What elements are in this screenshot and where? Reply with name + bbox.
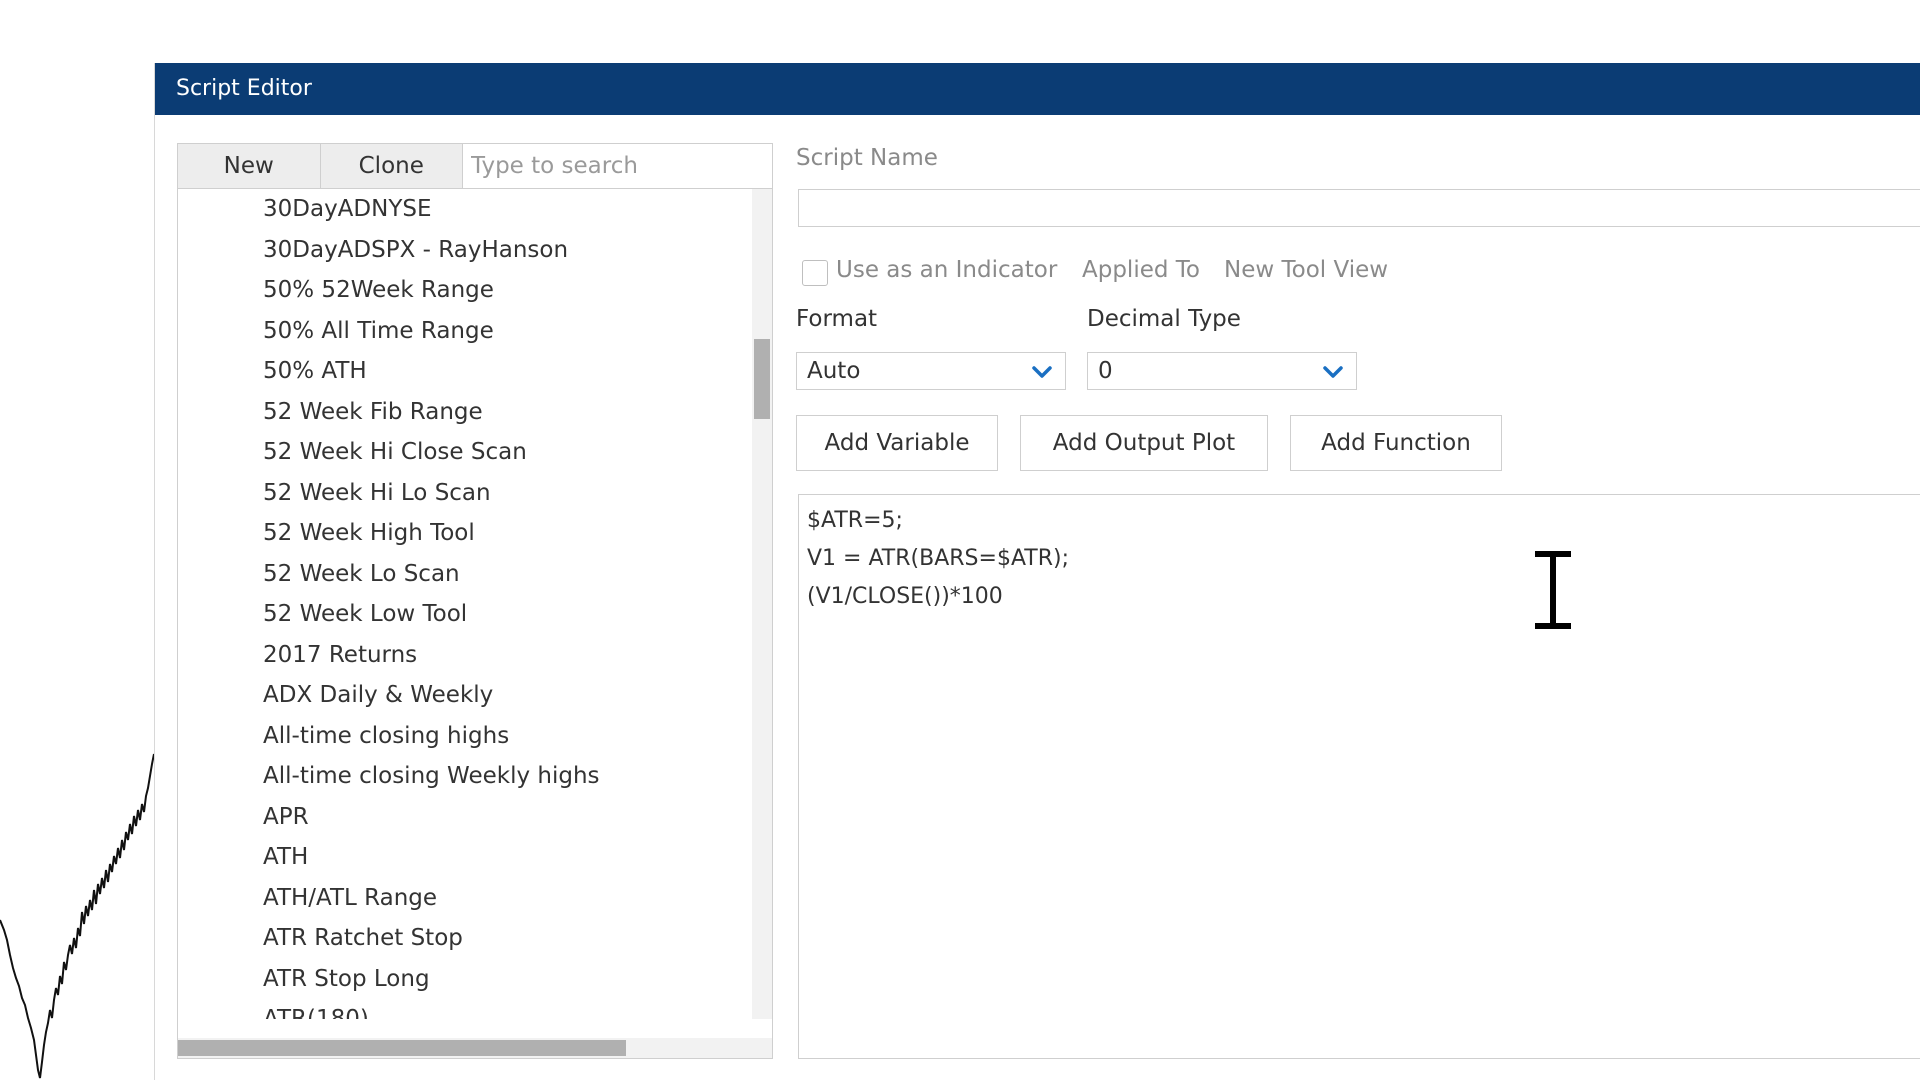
add-output-plot-button[interactable]: Add Output Plot xyxy=(1020,415,1268,471)
script-name-label: Script Name xyxy=(796,145,938,171)
format-label: Format xyxy=(796,306,878,332)
list-item[interactable]: All-time closing Weekly highs xyxy=(178,756,752,797)
script-editor-dialog: Script Editor New Clone 30DayADNYSE 30Da… xyxy=(154,63,1920,1080)
list-item[interactable]: 30DayADNYSE xyxy=(178,189,752,230)
background-price-chart xyxy=(0,753,155,1079)
script-list: 30DayADNYSE 30DayADSPX - RayHanson 50% 5… xyxy=(178,189,752,1019)
list-item[interactable]: 52 Week Fib Range xyxy=(178,392,752,433)
horizontal-scrollbar[interactable] xyxy=(178,1038,772,1058)
search-input[interactable] xyxy=(463,144,772,188)
chevron-down-icon xyxy=(1032,366,1052,378)
use-as-indicator-label: Use as an Indicator xyxy=(836,257,1058,283)
list-item[interactable]: 50% ATH xyxy=(178,351,752,392)
horizontal-scrollbar-thumb[interactable] xyxy=(178,1040,626,1056)
list-item[interactable]: APR xyxy=(178,797,752,838)
list-item[interactable]: ATH/ATL Range xyxy=(178,878,752,919)
list-item[interactable]: 50% All Time Range xyxy=(178,311,752,352)
list-item[interactable]: ATR(180) xyxy=(178,999,752,1019)
script-list-panel: New Clone 30DayADNYSE 30DayADSPX - RayHa… xyxy=(177,143,773,1059)
code-line: V1 = ATR(BARS=$ATR); xyxy=(807,546,1070,571)
text-cursor-icon xyxy=(1535,551,1571,629)
list-item[interactable]: All-time closing highs xyxy=(178,716,752,757)
applied-to-value: New Tool View xyxy=(1224,257,1389,283)
add-function-button[interactable]: Add Function xyxy=(1290,415,1502,471)
list-item[interactable]: 2017 Returns xyxy=(178,635,752,676)
list-item[interactable]: 52 Week Lo Scan xyxy=(178,554,752,595)
format-select-value: Auto xyxy=(807,358,861,384)
list-item[interactable]: ADX Daily & Weekly xyxy=(178,675,752,716)
applied-to-label: Applied To xyxy=(1082,257,1200,283)
new-button[interactable]: New xyxy=(178,144,321,188)
list-item[interactable]: 52 Week Hi Lo Scan xyxy=(178,473,752,514)
list-item[interactable]: ATH xyxy=(178,837,752,878)
list-item[interactable]: 30DayADSPX - RayHanson xyxy=(178,230,752,271)
use-as-indicator-checkbox[interactable] xyxy=(802,260,828,286)
decimal-type-select-value: 0 xyxy=(1098,358,1113,384)
list-item[interactable]: ATR Stop Long xyxy=(178,959,752,1000)
clone-button[interactable]: Clone xyxy=(320,144,463,188)
chevron-down-icon xyxy=(1323,366,1343,378)
code-line: $ATR=5; xyxy=(807,508,903,533)
list-item[interactable]: ATR Ratchet Stop xyxy=(178,918,752,959)
list-item[interactable]: 52 Week Hi Close Scan xyxy=(178,432,752,473)
vertical-scrollbar-thumb[interactable] xyxy=(754,339,770,419)
add-variable-button[interactable]: Add Variable xyxy=(796,415,998,471)
decimal-type-select[interactable]: 0 xyxy=(1087,352,1357,390)
decimal-type-label: Decimal Type xyxy=(1087,306,1241,332)
list-item[interactable]: 50% 52Week Range xyxy=(178,270,752,311)
list-item[interactable]: 52 Week High Tool xyxy=(178,513,752,554)
dialog-title: Script Editor xyxy=(155,63,1920,115)
script-list-toolbar: New Clone xyxy=(178,144,772,189)
list-item[interactable]: 52 Week Low Tool xyxy=(178,594,752,635)
script-name-input[interactable] xyxy=(798,189,1920,227)
script-code-editor[interactable]: $ATR=5; V1 = ATR(BARS=$ATR); (V1/CLOSE()… xyxy=(798,494,1920,1059)
vertical-scrollbar[interactable] xyxy=(752,189,772,1019)
format-select[interactable]: Auto xyxy=(796,352,1066,390)
code-line: (V1/CLOSE())*100 xyxy=(807,584,1003,609)
